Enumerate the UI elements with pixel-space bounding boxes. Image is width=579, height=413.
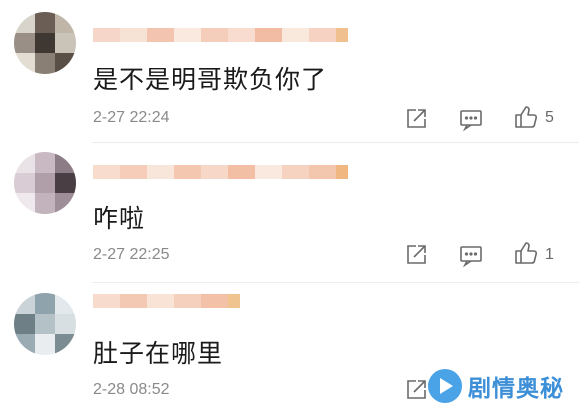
avatar-pixel <box>55 334 76 355</box>
username-blur-block <box>93 165 120 179</box>
username-blur-block <box>147 28 174 42</box>
avatar-pixel <box>55 152 76 173</box>
username-blurred[interactable] <box>93 292 240 310</box>
username-blur-block <box>228 165 255 179</box>
thumbs-up-icon[interactable] <box>513 240 539 266</box>
comment-text: 肚子在哪里 <box>93 339 224 368</box>
username-blur-block <box>309 28 336 42</box>
username-blur-block <box>255 165 282 179</box>
avatar-pixel <box>34 152 56 173</box>
username-blur-block <box>201 165 228 179</box>
comment-icon[interactable] <box>458 106 484 132</box>
avatar-pixel <box>14 152 35 173</box>
avatar-pixel <box>55 53 76 74</box>
avatar-pixel <box>55 32 76 54</box>
avatar-pixel <box>55 313 76 335</box>
username-blur-block <box>147 165 174 179</box>
avatar-pixel <box>34 53 56 74</box>
username-blur-block <box>282 28 309 42</box>
username-blur-block <box>228 294 240 308</box>
share-icon[interactable] <box>403 242 429 268</box>
avatar-pixel <box>55 193 76 214</box>
username-blur-block <box>120 28 147 42</box>
timestamp: 2-28 08:52 <box>93 381 170 398</box>
avatar-pixel <box>55 12 76 33</box>
thumbs-up-icon[interactable] <box>513 104 539 130</box>
comment-item-2: 咋啦 2-27 22:25 1 <box>0 143 579 283</box>
username-blur-block <box>147 294 174 308</box>
play-logo-icon <box>428 369 462 403</box>
avatar-pixel <box>34 334 56 355</box>
username-blur-block <box>93 28 120 42</box>
username-blur-block <box>93 294 120 308</box>
like-count: 1 <box>545 246 554 263</box>
share-icon[interactable] <box>403 377 429 403</box>
avatar-pixel <box>55 172 76 194</box>
avatar-pixel <box>14 53 35 74</box>
avatar-pixel <box>34 293 56 314</box>
username-blur-block <box>336 28 348 42</box>
avatar-pixel <box>55 293 76 314</box>
username-blur-block <box>174 165 201 179</box>
avatar-pixel <box>34 172 56 194</box>
username-blur-block <box>174 294 201 308</box>
avatar-pixel <box>34 32 56 54</box>
avatar-pixel <box>34 12 56 33</box>
avatar-pixel <box>14 313 35 335</box>
share-icon[interactable] <box>403 106 429 132</box>
avatar-pixel <box>14 334 35 355</box>
comment-icon[interactable] <box>458 242 484 268</box>
comment-text: 是不是明哥欺负你了 <box>93 65 328 94</box>
watermark-text: 剧情奥秘 <box>468 376 564 402</box>
avatar-pixel <box>14 172 35 194</box>
username-blur-block <box>120 294 147 308</box>
avatar-pixel <box>14 12 35 33</box>
username-blur-block <box>201 28 228 42</box>
username-blur-block <box>228 28 255 42</box>
username-blur-block <box>309 165 336 179</box>
timestamp: 2-27 22:25 <box>93 246 170 263</box>
avatar[interactable] <box>14 293 76 355</box>
username-blur-block <box>201 294 228 308</box>
avatar-pixel <box>34 313 56 335</box>
username-blur-block <box>174 28 201 42</box>
avatar-pixel <box>14 193 35 214</box>
comment-text: 咋啦 <box>93 204 146 233</box>
avatar-pixel <box>14 32 35 54</box>
username-blurred[interactable] <box>93 26 348 44</box>
username-blur-block <box>336 165 348 179</box>
username-blur-block <box>282 165 309 179</box>
username-blur-block <box>255 28 282 42</box>
like-count: 5 <box>545 109 554 126</box>
avatar-pixel <box>14 293 35 314</box>
timestamp: 2-27 22:24 <box>93 109 170 126</box>
avatar[interactable] <box>14 12 76 74</box>
avatar[interactable] <box>14 152 76 214</box>
avatar-pixel <box>34 193 56 214</box>
watermark: 剧情奥秘 <box>428 366 564 406</box>
username-blurred[interactable] <box>93 163 348 181</box>
comment-item-1: 是不是明哥欺负你了 2-27 22:24 5 <box>0 0 579 143</box>
username-blur-block <box>120 165 147 179</box>
